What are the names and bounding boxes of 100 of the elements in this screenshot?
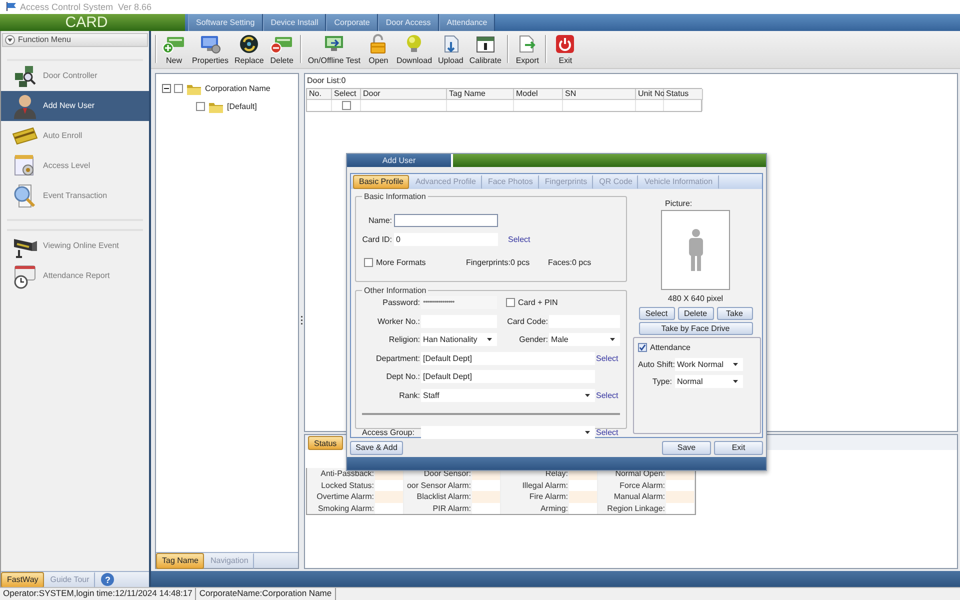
column-header: Unit No — [636, 88, 664, 100]
select-link[interactable]: Select — [596, 428, 620, 437]
menu-item[interactable]: Attendance Report — [1, 260, 149, 291]
size-text: 480 X 640 pixel — [668, 294, 724, 304]
status-value — [569, 480, 598, 492]
save-add-button[interactable]: Save & Add — [350, 440, 403, 454]
tab[interactable]: FastWay — [1, 572, 44, 588]
tab[interactable]: Tag Name — [156, 552, 204, 569]
checkbox-label: Card + PIN — [518, 298, 558, 308]
field-label: Gender: — [518, 335, 548, 344]
toolbar-button[interactable]: Download — [393, 32, 436, 67]
column-header: Door — [361, 88, 447, 100]
input-field[interactable]: [Default Dept] — [421, 352, 595, 365]
splitter-handle[interactable] — [300, 316, 303, 326]
tab[interactable]: Status — [308, 436, 343, 450]
field-label: Auto Shift: — [638, 360, 672, 370]
status-label: Region Linkage: — [598, 502, 666, 514]
input-field[interactable]: 0 — [394, 233, 498, 246]
checkbox[interactable] — [342, 100, 350, 110]
select-link[interactable]: Select — [596, 390, 620, 400]
status-value — [666, 491, 695, 503]
dropdown[interactable]: Han Nationality — [421, 333, 497, 346]
input-field[interactable] — [394, 214, 498, 228]
menu-item[interactable]: Event Transaction — [1, 180, 149, 211]
photo-button[interactable]: Take by Face Drive — [638, 322, 752, 336]
column-header: Tag Name — [447, 88, 514, 100]
toolbar-button[interactable]: Open — [363, 32, 394, 67]
photo-button[interactable]: Delete — [678, 307, 714, 320]
field-label: Access Group: — [362, 428, 416, 437]
window-title: Access Control System Ver 8.66 — [20, 2, 152, 12]
photo-button[interactable]: Take — [716, 307, 752, 320]
dropdown[interactable]: Staff — [421, 388, 595, 402]
count-text: Fingerprints:0 pcs — [466, 258, 531, 268]
toolbar-button[interactable]: Export — [512, 32, 542, 67]
checkbox[interactable] — [638, 343, 647, 352]
status-label: Force Alarm: — [598, 480, 666, 492]
app-logo: CARD — [0, 14, 185, 31]
tab[interactable]: Basic Profile — [353, 174, 410, 189]
menu-item[interactable]: Door Controller — [1, 60, 149, 91]
caret-icon — [733, 380, 738, 384]
field-label: Picture: — [665, 199, 692, 208]
section-title: Basic Information — [363, 192, 427, 202]
field-label: Card ID: — [362, 235, 392, 244]
toolbar-button[interactable]: Properties — [189, 32, 232, 67]
flag-icon — [6, 2, 17, 12]
dropdown[interactable]: Work Normal — [675, 358, 743, 372]
status-text: Operator:SYSTEM,login time:12/11/2024 14:48:17 — [0, 588, 196, 600]
field-label: Dept No.: — [385, 372, 420, 382]
checkbox[interactable] — [364, 258, 373, 268]
menu-item[interactable]: Auto Enroll — [1, 120, 149, 151]
count-text: Faces:0 pcs — [548, 258, 592, 268]
status-label: Arming: — [501, 502, 569, 514]
monitor-icon — [198, 34, 222, 54]
dropdown[interactable]: Normal — [675, 375, 743, 388]
tree-item[interactable]: Corporation Name — [205, 84, 270, 94]
toolbar-button[interactable]: Delete — [266, 32, 297, 67]
status-label: Overtime Alarm: — [307, 491, 375, 503]
status-label: oor Sensor Alarm: — [404, 480, 472, 492]
checkbox[interactable] — [196, 102, 205, 112]
caret-icon — [733, 363, 738, 366]
status-value — [472, 502, 501, 514]
menu-item[interactable]: Add New User — [1, 90, 149, 121]
menu-item[interactable]: Viewing Online Event — [1, 230, 149, 261]
status-value — [472, 480, 501, 492]
checkbox[interactable] — [174, 84, 183, 94]
select-link[interactable]: Select — [508, 235, 620, 244]
column-header: Model — [514, 88, 563, 100]
caret-icon — [487, 338, 492, 342]
column-header: No. — [307, 88, 332, 100]
status-value — [472, 491, 501, 503]
toolbar-button[interactable]: New — [159, 32, 189, 67]
field-label: Religion: — [388, 335, 420, 344]
photo-button[interactable]: Select — [638, 307, 674, 320]
toolbar-button[interactable]: Exit — [550, 32, 580, 67]
checkbox-label: Attendance — [650, 343, 690, 352]
status-label: PIR Alarm: — [404, 502, 472, 514]
tree-item[interactable]: [Default] — [227, 102, 257, 112]
collapse-toggle[interactable] — [162, 84, 171, 94]
dropdown[interactable]: Male — [549, 333, 620, 346]
save-button[interactable]: Save — [662, 440, 711, 454]
input-field[interactable]: [Default Dept] — [421, 370, 595, 384]
exit-button[interactable]: Exit — [714, 440, 763, 454]
menu-item[interactable]: Access Level — [1, 150, 149, 181]
status-text: CorporateName:Corporation Name — [196, 588, 336, 600]
toolbar-button[interactable]: On/Offline Test — [304, 32, 364, 67]
status-value — [569, 502, 598, 514]
status-label: Manual Alarm: — [598, 491, 666, 503]
toolbar-button[interactable]: Calibrate — [466, 32, 504, 67]
checkbox[interactable] — [506, 298, 515, 308]
status-value — [569, 491, 598, 503]
field-label: Type: — [651, 377, 672, 386]
select-link[interactable]: Select — [596, 354, 620, 363]
field-label: Password: — [382, 298, 420, 308]
field-label: Department: — [374, 354, 420, 363]
toolbar-button[interactable]: Upload — [435, 32, 466, 67]
toolbar-button[interactable]: Replace — [231, 32, 267, 67]
column-header: Select — [332, 88, 361, 100]
section-title: Other Information — [363, 286, 428, 296]
help-button[interactable]: ? — [101, 573, 114, 586]
column-header: Status — [664, 88, 703, 100]
